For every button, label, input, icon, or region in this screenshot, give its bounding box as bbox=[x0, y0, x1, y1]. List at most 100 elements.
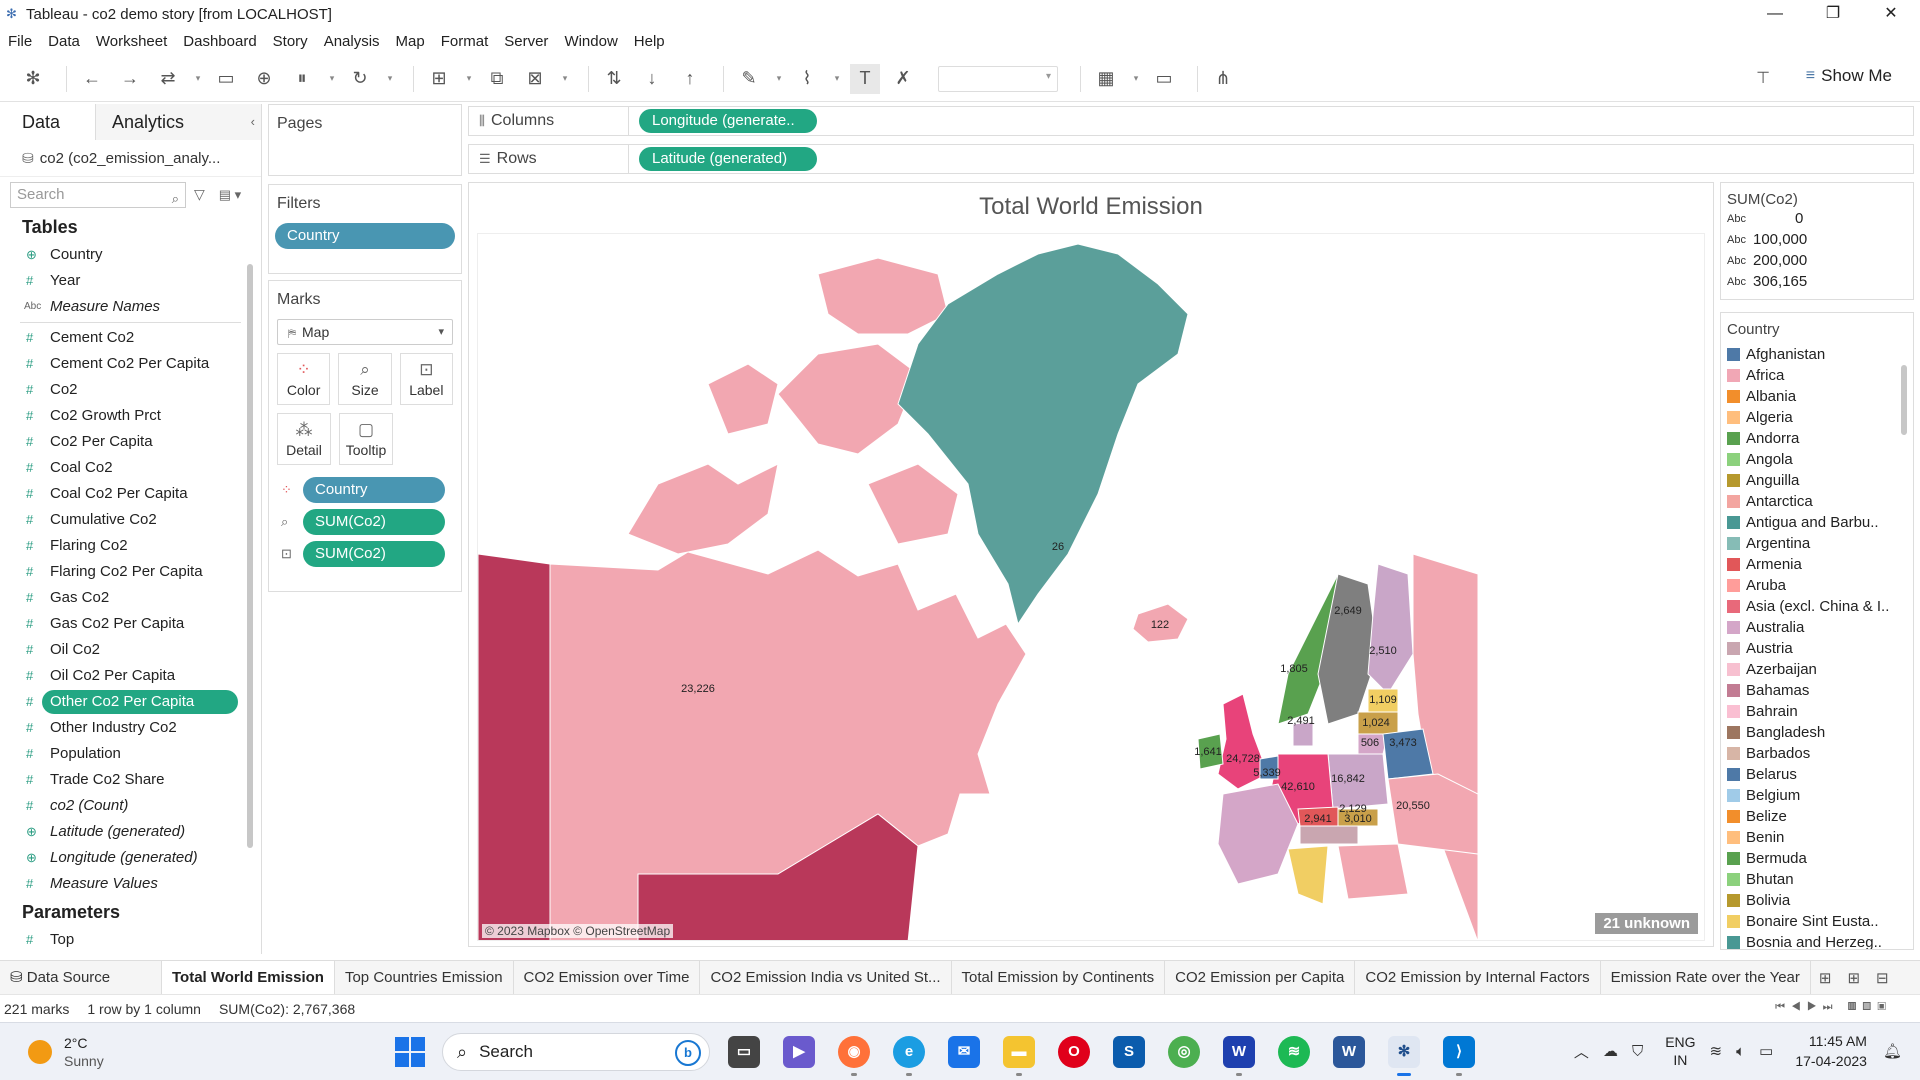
color-legend-item-armenia[interactable]: Armenia bbox=[1721, 554, 1901, 575]
columns-shelf[interactable]: ⫼ Columns Longitude (generate.. bbox=[468, 106, 1914, 136]
view-options-icon[interactable]: ▤ ▾ bbox=[219, 187, 241, 203]
chevron-down-icon[interactable]: ▾ bbox=[772, 64, 786, 94]
field-item-flaring-co2[interactable]: # Flaring Co2 bbox=[0, 533, 261, 559]
color-legend-item-bahrain[interactable]: Bahrain bbox=[1721, 701, 1901, 722]
color-legend-item-argentina[interactable]: Argentina bbox=[1721, 533, 1901, 554]
color-legend-item-bolivia[interactable]: Bolivia bbox=[1721, 890, 1901, 911]
share-icon[interactable]: ⋔ bbox=[1208, 64, 1238, 94]
chevron-down-icon[interactable]: ▾ bbox=[1129, 64, 1143, 94]
rows-shelf[interactable]: ☰ Rows Latitude (generated) bbox=[468, 144, 1914, 174]
menu-format[interactable]: Format bbox=[441, 33, 489, 50]
presentation-mode-icon[interactable]: ▭ bbox=[1149, 64, 1179, 94]
color-legend-item-antigua-and-barbu[interactable]: Antigua and Barbu.. bbox=[1721, 512, 1901, 533]
size-button[interactable]: ⌕ Size bbox=[338, 353, 392, 405]
tableau-icon[interactable]: ✻ bbox=[1388, 1036, 1420, 1076]
sheet-tab-co2-emission-per-capita[interactable]: CO2 Emission per Capita bbox=[1165, 960, 1356, 995]
field-item-cement-co2[interactable]: # Cement Co2 bbox=[0, 325, 261, 351]
close-button[interactable]: ✕ bbox=[1862, 0, 1920, 28]
field-item-oil-co2[interactable]: # Oil Co2 bbox=[0, 637, 261, 663]
teams-icon[interactable]: ▶ bbox=[783, 1036, 815, 1068]
chevron-up-icon[interactable]: ︿ bbox=[1574, 1041, 1589, 1062]
label-button[interactable]: ⊡ Label bbox=[399, 353, 453, 405]
mail-icon[interactable]: ✉ bbox=[948, 1036, 980, 1068]
map-svg[interactable]: 23,226 26 122 2,649 2,510 1,805 1,109 1,024 506 3… bbox=[478, 234, 1705, 941]
replace-data-source-icon[interactable]: ⇄ bbox=[153, 64, 183, 94]
field-item-gas-co2-per-capita[interactable]: # Gas Co2 Per Capita bbox=[0, 611, 261, 637]
color-legend-scrollbar[interactable] bbox=[1901, 365, 1907, 435]
size-legend-item[interactable]: Abc 0 bbox=[1721, 208, 1913, 229]
mark-pill-sum-co2-label[interactable]: SUM(Co2) bbox=[303, 541, 445, 567]
taskbar-search[interactable]: ⌕ Search b bbox=[442, 1033, 710, 1071]
field-item-latitude-generated[interactable]: ⊕ Latitude (generated) bbox=[0, 819, 261, 845]
parameter-item-top[interactable]: # Top bbox=[0, 927, 261, 953]
field-item-measure-names[interactable]: Abc Measure Names bbox=[0, 294, 261, 320]
highlight-icon[interactable]: ✎ bbox=[734, 64, 764, 94]
menu-help[interactable]: Help bbox=[634, 33, 665, 50]
chevron-down-icon[interactable]: ▾ bbox=[462, 64, 476, 94]
columns-pill-longitude[interactable]: Longitude (generate.. bbox=[639, 109, 817, 133]
color-legend-item-bangladesh[interactable]: Bangladesh bbox=[1721, 722, 1901, 743]
bing-icon[interactable]: b bbox=[675, 1040, 701, 1066]
save-icon[interactable]: ▭ bbox=[211, 64, 241, 94]
color-legend-item-angola[interactable]: Angola bbox=[1721, 449, 1901, 470]
field-item-cement-co2-per-capita[interactable]: # Cement Co2 Per Capita bbox=[0, 351, 261, 377]
fix-axes-icon[interactable]: ✗ bbox=[888, 64, 918, 94]
new-worksheet-icon[interactable]: ⊞ bbox=[424, 64, 454, 94]
field-item-co2-per-capita[interactable]: # Co2 Per Capita bbox=[0, 429, 261, 455]
sheet-tab-co2-emission-by-internal-factors[interactable]: CO2 Emission by Internal Factors bbox=[1355, 960, 1601, 995]
field-item-oil-co2-per-capita[interactable]: # Oil Co2 Per Capita bbox=[0, 663, 261, 689]
spotify-icon[interactable]: ≋ bbox=[1278, 1036, 1310, 1068]
color-legend-item-azerbaijan[interactable]: Azerbaijan bbox=[1721, 659, 1901, 680]
redo-icon[interactable]: → bbox=[115, 64, 145, 94]
notification-bell-icon[interactable]: 🔔︎ bbox=[1883, 1042, 1902, 1060]
color-legend-item-barbados[interactable]: Barbados bbox=[1721, 743, 1901, 764]
map-region-canada-islands[interactable] bbox=[777, 343, 919, 455]
field-item-gas-co2[interactable]: # Gas Co2 bbox=[0, 585, 261, 611]
chevron-down-icon[interactable]: ▾ bbox=[191, 64, 205, 94]
fit-dropdown[interactable] bbox=[938, 65, 1058, 92]
field-item-co2-count[interactable]: # co2 (Count) bbox=[0, 793, 261, 819]
sheet-tab-co2-emission-over-time[interactable]: CO2 Emission over Time bbox=[514, 960, 701, 995]
maximize-button[interactable]: ❐ bbox=[1804, 0, 1862, 28]
tableau-home-icon[interactable]: ✻ bbox=[18, 64, 48, 94]
menu-story[interactable]: Story bbox=[273, 33, 308, 50]
field-item-other-industry-co2[interactable]: # Other Industry Co2 bbox=[0, 715, 261, 741]
refresh-icon[interactable]: ↻ bbox=[345, 64, 375, 94]
color-legend-item-algeria[interactable]: Algeria bbox=[1721, 407, 1901, 428]
color-legend-item-antarctica[interactable]: Antarctica bbox=[1721, 491, 1901, 512]
battery-icon[interactable]: ▭ bbox=[1759, 1042, 1773, 1060]
menu-file[interactable]: File bbox=[8, 33, 32, 50]
color-legend-item-bermuda[interactable]: Bermuda bbox=[1721, 848, 1901, 869]
file-explorer-icon[interactable]: ▬ bbox=[1003, 1036, 1035, 1076]
detail-button[interactable]: ⁂ Detail bbox=[277, 413, 331, 465]
new-dashboard-icon[interactable]: ⊞ bbox=[1839, 969, 1868, 987]
tab-analytics[interactable]: Analytics bbox=[96, 103, 261, 140]
task-view-icon[interactable]: ▭ bbox=[728, 1036, 760, 1068]
color-legend-item-austria[interactable]: Austria bbox=[1721, 638, 1901, 659]
tab-data[interactable]: Data bbox=[0, 103, 96, 140]
minimize-button[interactable]: — bbox=[1746, 0, 1804, 28]
firefox-icon[interactable]: ◉ bbox=[838, 1036, 870, 1076]
color-legend-item-belarus[interactable]: Belarus bbox=[1721, 764, 1901, 785]
chevron-down-icon[interactable]: ▾ bbox=[558, 64, 572, 94]
menu-window[interactable]: Window bbox=[564, 33, 617, 50]
edge-icon[interactable]: e bbox=[893, 1036, 925, 1076]
chrome-icon[interactable]: ◎ bbox=[1168, 1036, 1200, 1068]
size-legend-item[interactable]: Abc 200,000 bbox=[1721, 250, 1913, 271]
color-legend-item-australia[interactable]: Australia bbox=[1721, 617, 1901, 638]
tooltip-button[interactable]: ▢ Tooltip bbox=[339, 413, 393, 465]
field-item-year[interactable]: # Year bbox=[0, 268, 261, 294]
menu-data[interactable]: Data bbox=[48, 33, 80, 50]
field-item-longitude-generated[interactable]: ⊕ Longitude (generated) bbox=[0, 845, 261, 871]
map-region-canada-islands[interactable] bbox=[627, 463, 779, 555]
field-item-measure-values[interactable]: # Measure Values bbox=[0, 871, 261, 897]
swap-rows-columns-icon[interactable]: ⇅ bbox=[599, 64, 629, 94]
menu-map[interactable]: Map bbox=[396, 33, 425, 50]
sheet-navigation-icons[interactable]: ⏮◀▶⏭ ▦▤▣ bbox=[1775, 1001, 1892, 1014]
wifi-icon[interactable]: ≋ bbox=[1710, 1042, 1723, 1060]
color-legend-item-belize[interactable]: Belize bbox=[1721, 806, 1901, 827]
filter-icon[interactable]: ▽ bbox=[194, 186, 205, 203]
clear-sheet-icon[interactable]: ⊠ bbox=[520, 64, 550, 94]
chevron-down-icon[interactable]: ▾ bbox=[383, 64, 397, 94]
datasource-item[interactable]: ⛁ co2 (co2_emission_analy... bbox=[0, 140, 261, 176]
